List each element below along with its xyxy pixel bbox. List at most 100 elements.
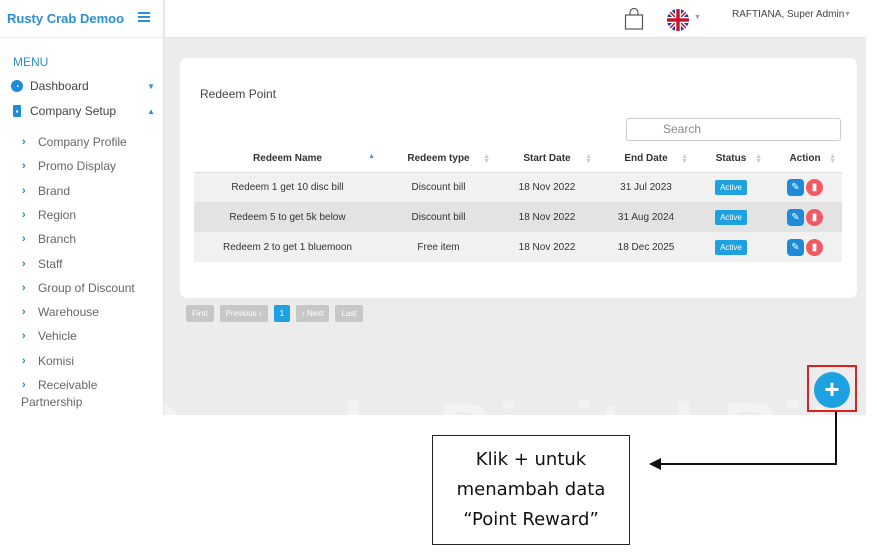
search-input[interactable]: Search [626, 118, 841, 141]
sidebar-item-company-setup[interactable]: ▪ Company Setup ▲ [11, 104, 157, 118]
last-page-button[interactable]: Last [335, 305, 363, 322]
chevron-right-icon: › [22, 282, 26, 294]
sort-asc-icon: ▲ [368, 153, 375, 160]
sort-icon: ▲ ▼ [483, 153, 490, 165]
sidebar-subitem-warehouse[interactable]: › Warehouse [22, 305, 99, 319]
sidebar-subitem-brand[interactable]: › Brand [22, 184, 70, 198]
sort-icon: ▲ ▼ [681, 153, 688, 165]
callout-line: menambah data [456, 479, 606, 500]
cell-redeem-type: Discount bill [381, 202, 496, 232]
brand-name[interactable]: Rusty Crab Demoo [7, 11, 124, 26]
chevron-right-icon: › [302, 309, 305, 318]
user-caret-icon[interactable]: ▼ [844, 11, 851, 18]
delete-button[interactable]: ▮ [806, 208, 823, 226]
delete-button[interactable]: ▮ [806, 178, 823, 196]
sidebar-subitem-label: Receivable [38, 378, 98, 392]
sidebar-subitem-vehicle[interactable]: › Vehicle [22, 329, 77, 343]
status-badge: Active [715, 239, 747, 255]
cell-end-date: 18 Dec 2025 [598, 232, 694, 262]
column-header-label: End Date [624, 153, 668, 165]
sidebar-item-dashboard[interactable]: ◔ Dashboard ▼ [11, 79, 157, 93]
next-page-button[interactable]: › Next [296, 305, 330, 322]
sort-icon: ▲ ▼ [829, 153, 836, 165]
column-header-label: Redeem Name [253, 153, 322, 165]
cell-redeem-name: Redeem 5 to get 5k below [194, 202, 381, 232]
column-header-redeem-type[interactable]: Redeem type ▲ ▼ [381, 146, 496, 173]
cell-start-date: 18 Nov 2022 [496, 232, 598, 262]
cell-status: Active [694, 232, 768, 262]
delete-button[interactable]: ▮ [806, 238, 823, 256]
language-caret-icon[interactable]: ▼ [694, 14, 701, 21]
sidebar-item-label: Dashboard [30, 79, 89, 93]
user-menu[interactable]: RAFTIANA, Super Admin [732, 9, 844, 20]
cell-status: Active [694, 202, 768, 232]
cell-redeem-name: Redeem 2 to get 1 bluemoon [194, 232, 381, 262]
previous-page-button[interactable]: Previous ‹ [219, 305, 268, 322]
sidebar-subitem-label: Branch [38, 232, 77, 246]
sidebar-item-label: Company Setup [30, 104, 117, 118]
chevron-right-icon: › [22, 379, 26, 391]
cell-redeem-type: Discount bill [381, 172, 496, 202]
column-header-redeem-name[interactable]: Redeem Name ▲ [194, 146, 381, 173]
page-title: Redeem Point [200, 87, 277, 101]
sidebar-subitem-region[interactable]: › Region [22, 208, 76, 222]
sidebar-subitem-label: Promo Display [38, 159, 117, 173]
uk-flag-icon[interactable] [667, 9, 689, 31]
caret-up-icon: ▲ [147, 106, 155, 116]
column-header-label: Redeem type [407, 153, 470, 165]
chevron-left-icon: ‹ [258, 309, 262, 318]
cell-redeem-type: Free item [381, 232, 496, 262]
edit-button[interactable]: ✎ [787, 208, 804, 226]
callout-line: Klik + untuk [475, 449, 587, 470]
menu-toggle-icon[interactable] [138, 12, 150, 24]
sidebar-subitem-label: Company Profile [38, 135, 127, 149]
sidebar-subitem-label: Komisi [38, 354, 75, 368]
column-header-end-date[interactable]: End Date ▲ ▼ [598, 146, 694, 173]
column-header-action[interactable]: Action ▲ ▼ [768, 146, 842, 173]
sidebar-subitem-label: Staff [38, 257, 63, 271]
sidebar: Rusty Crab Demoo MENU ◔ Dashboard ▼ ▪ Co… [0, 0, 164, 415]
building-icon: ▪ [13, 105, 21, 117]
sidebar-subitem-promo-display[interactable]: › Promo Display [22, 159, 116, 173]
add-button[interactable]: + [814, 372, 850, 408]
sidebar-subitem-receivable[interactable]: › Receivable [22, 378, 97, 392]
column-header-label: Status [715, 153, 747, 165]
previous-label: Previous [225, 309, 257, 318]
edit-button[interactable]: ✎ [787, 178, 804, 196]
sort-icon: ▲ ▼ [755, 153, 762, 165]
sidebar-subitem-label: Region [38, 208, 77, 222]
status-badge: Active [715, 209, 747, 225]
column-header-status[interactable]: Status ▲ ▼ [694, 146, 768, 173]
app-window: ri Garuda Digital Ritel Rusty Crab Demoo… [0, 0, 866, 415]
column-header-label: Action [789, 153, 821, 165]
cell-start-date: 18 Nov 2022 [496, 172, 598, 202]
sidebar-subitem-label: Vehicle [38, 329, 77, 343]
sidebar-subitem-branch[interactable]: › Branch [22, 232, 76, 246]
sidebar-subitem-company-profile[interactable]: › Company Profile [22, 135, 127, 149]
sidebar-subitem-komisi[interactable]: › Komisi [22, 354, 74, 368]
first-page-button[interactable]: First [186, 305, 214, 322]
chevron-right-icon: › [22, 136, 26, 148]
sidebar-subitem-label-continuation: Partnership [21, 395, 83, 409]
shopping-bag-icon[interactable] [624, 8, 644, 30]
cell-action: ✎ ▮ [768, 202, 842, 232]
cell-action: ✎ ▮ [768, 172, 842, 202]
chevron-right-icon: › [22, 355, 26, 367]
cell-end-date: 31 Jul 2023 [598, 172, 694, 202]
chevron-right-icon: › [22, 258, 26, 270]
table-row: Redeem 2 to get 1 bluemoon Free item 18 … [194, 232, 842, 262]
chevron-right-icon: › [22, 306, 26, 318]
page-number-button[interactable]: 1 [273, 305, 291, 322]
chevron-right-icon: › [22, 209, 26, 221]
redeem-table: Redeem Name ▲ Redeem type ▲ ▼ Start Date ▲ ▼ … [194, 146, 842, 262]
sort-icon: ▲ ▼ [585, 153, 592, 165]
edit-button[interactable]: ✎ [787, 238, 804, 256]
column-header-start-date[interactable]: Start Date ▲ ▼ [496, 146, 598, 173]
cell-action: ✎ ▮ [768, 232, 842, 262]
sidebar-subitem-group-of-discount[interactable]: › Group of Discount [22, 281, 135, 295]
menu-label: MENU [13, 55, 49, 69]
chevron-right-icon: › [22, 330, 26, 342]
caret-down-icon: ▼ [147, 81, 155, 91]
sidebar-subitem-staff[interactable]: › Staff [22, 257, 62, 271]
callout-arrow-line [835, 412, 837, 464]
